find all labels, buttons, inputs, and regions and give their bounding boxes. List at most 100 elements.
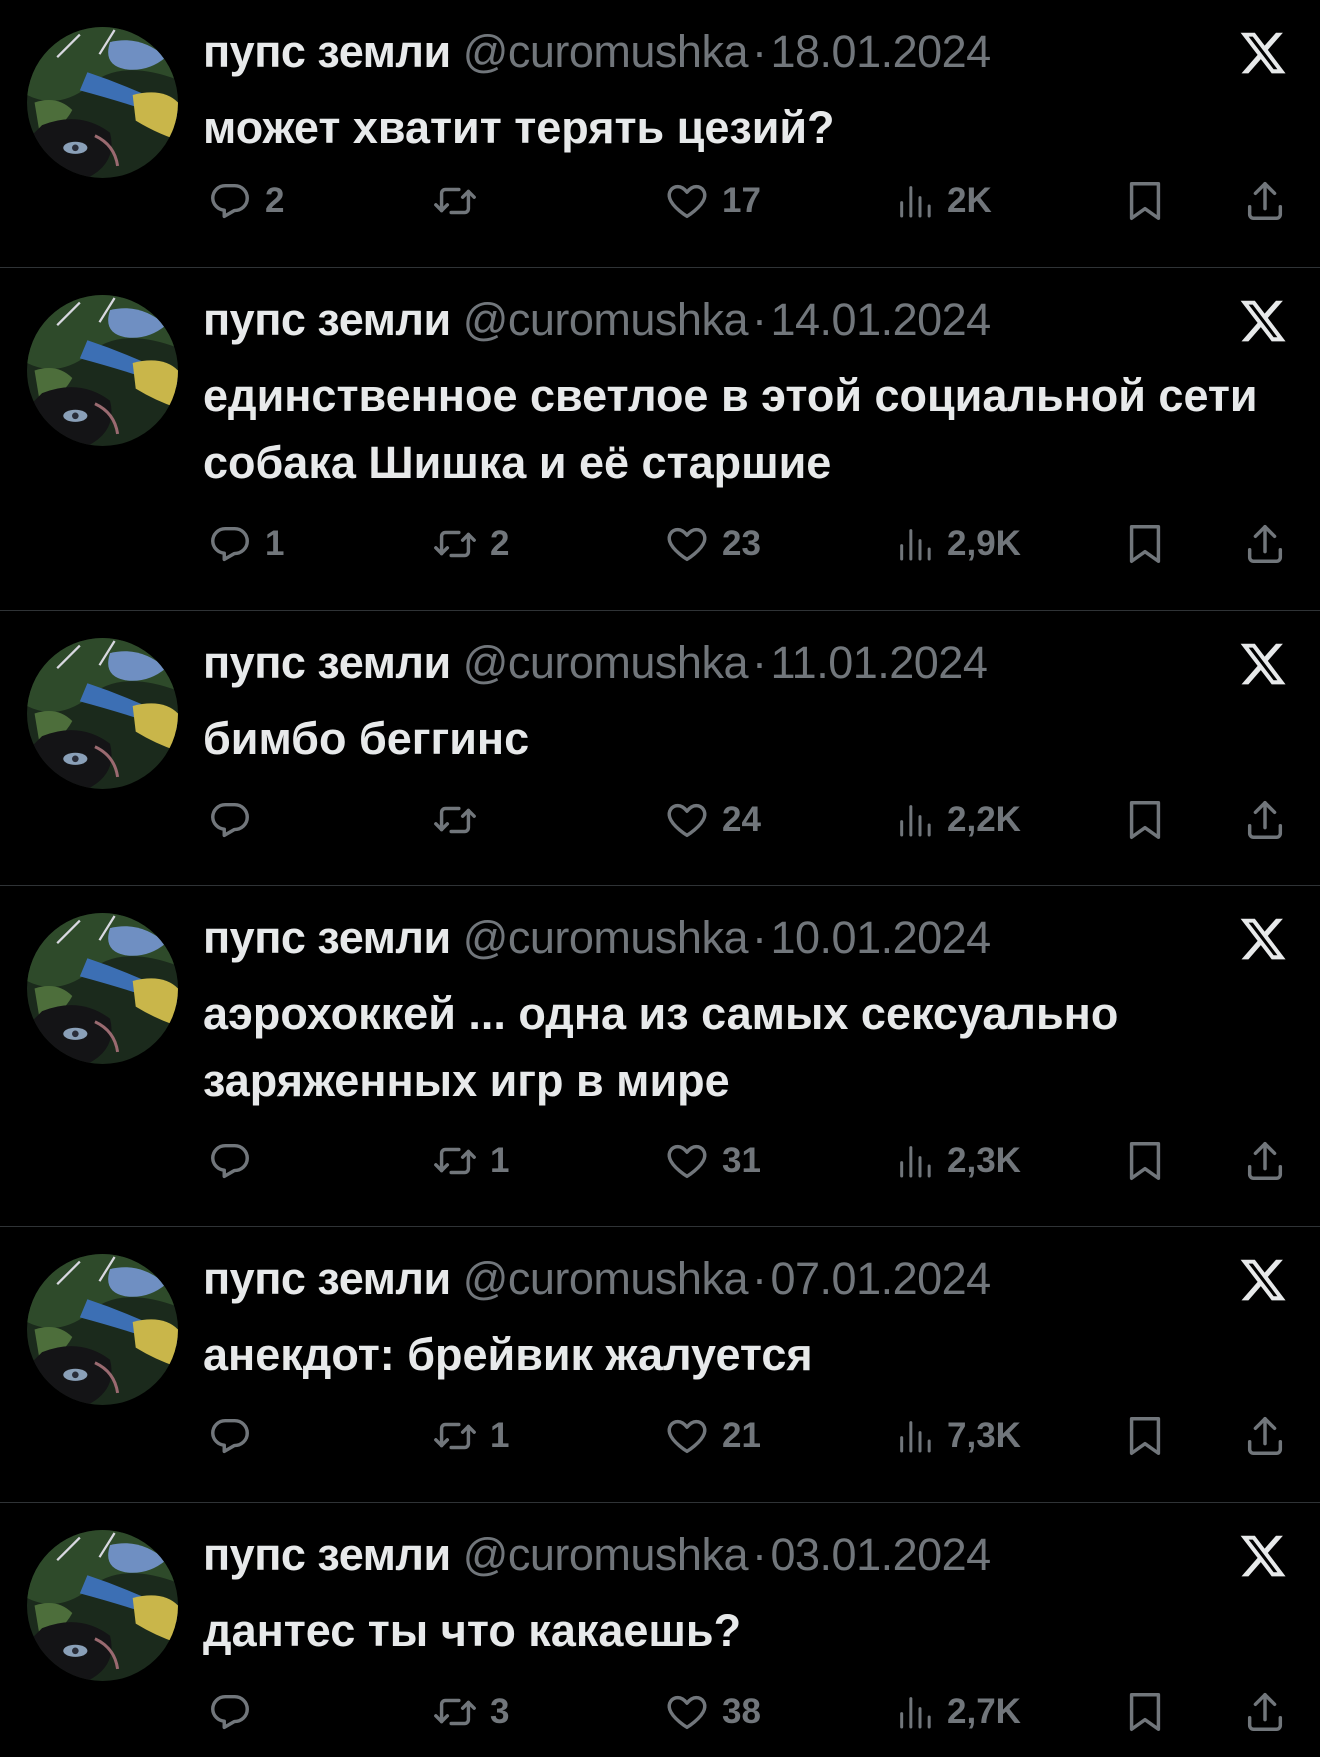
user-handle[interactable]: @curomushka — [463, 637, 749, 688]
bookmark-button[interactable] — [1122, 792, 1168, 848]
user-handle[interactable]: @curomushka — [463, 912, 749, 963]
reply-button[interactable] — [207, 1133, 265, 1189]
share-button[interactable] — [1242, 516, 1288, 572]
avatar[interactable] — [27, 27, 178, 178]
x-logo-icon — [1238, 1255, 1288, 1305]
tweet-feed: пупс земли @curomushka·18.01.2024 может … — [0, 0, 1320, 1757]
tweet-text: единственное светлое в этой социальной с… — [203, 370, 1258, 488]
bar-chart-icon — [895, 524, 935, 564]
retweet-button[interactable]: 1 — [432, 1133, 509, 1189]
display-name[interactable]: пупс земли — [203, 637, 451, 688]
display-name[interactable]: пупс земли — [203, 912, 451, 963]
retweet-button[interactable]: 1 — [432, 1408, 509, 1464]
share-button[interactable] — [1242, 792, 1288, 848]
tweet-date[interactable]: 10.01.2024 — [770, 912, 991, 963]
bookmark-button[interactable] — [1122, 1408, 1168, 1464]
retweet-button[interactable]: 3 — [432, 1684, 509, 1740]
tweet-text: дантес ты что какаешь? — [203, 1605, 742, 1656]
bar-chart-icon — [895, 1692, 935, 1732]
retweet-button[interactable] — [432, 173, 490, 229]
retweet-count: 1 — [490, 1141, 510, 1180]
avatar[interactable] — [27, 638, 178, 789]
views-button[interactable]: 2,2K — [895, 792, 1021, 848]
like-button[interactable]: 24 — [664, 792, 761, 848]
like-button[interactable]: 23 — [664, 516, 761, 572]
tweet-card[interactable]: пупс земли @curomushka·11.01.2024 бимбо … — [0, 611, 1320, 886]
like-count: 31 — [722, 1141, 761, 1180]
avatar[interactable] — [27, 295, 178, 446]
speech-bubble-icon — [207, 178, 253, 224]
views-button[interactable]: 2K — [895, 173, 992, 229]
separator-dot: · — [751, 294, 767, 345]
like-count: 23 — [722, 524, 761, 563]
display-name[interactable]: пупс земли — [203, 1529, 451, 1580]
tweet-date[interactable]: 07.01.2024 — [770, 1253, 991, 1304]
avatar[interactable] — [27, 1530, 178, 1681]
retweet-button[interactable] — [432, 792, 490, 848]
heart-icon — [664, 1689, 710, 1735]
views-button[interactable]: 7,3K — [895, 1408, 1021, 1464]
share-button[interactable] — [1242, 1133, 1288, 1189]
tweet-card[interactable]: пупс земли @curomushka·18.01.2024 может … — [0, 0, 1320, 268]
tweet-date[interactable]: 03.01.2024 — [770, 1529, 991, 1580]
user-handle[interactable]: @curomushka — [463, 1253, 749, 1304]
like-count: 17 — [722, 181, 761, 220]
reply-button[interactable]: 2 — [207, 173, 284, 229]
share-button[interactable] — [1242, 1684, 1288, 1740]
tweet-card[interactable]: пупс земли @curomushka·10.01.2024 аэрохо… — [0, 886, 1320, 1227]
bookmark-button[interactable] — [1122, 173, 1168, 229]
heart-icon — [664, 1138, 710, 1184]
bookmark-button[interactable] — [1122, 516, 1168, 572]
display-name[interactable]: пупс земли — [203, 294, 451, 345]
views-count: 2,2K — [947, 800, 1021, 839]
tweet-date[interactable]: 18.01.2024 — [770, 26, 991, 77]
bar-chart-icon — [895, 800, 935, 840]
like-count: 38 — [722, 1692, 761, 1731]
reply-button[interactable] — [207, 792, 265, 848]
retweet-arrows-icon — [432, 1138, 478, 1184]
reply-count: 1 — [265, 524, 285, 563]
display-name[interactable]: пупс земли — [203, 26, 451, 77]
bar-chart-icon — [895, 1141, 935, 1181]
display-name[interactable]: пупс земли — [203, 1253, 451, 1304]
like-count: 21 — [722, 1416, 761, 1455]
heart-icon — [664, 521, 710, 567]
like-button[interactable]: 17 — [664, 173, 761, 229]
reply-button[interactable]: 1 — [207, 516, 284, 572]
speech-bubble-icon — [207, 797, 253, 843]
avatar[interactable] — [27, 1254, 178, 1405]
tweet-card[interactable]: пупс земли @curomushka·03.01.2024 дантес… — [0, 1503, 1320, 1757]
tweet-text: может хватит терять цезий? — [203, 102, 835, 153]
like-button[interactable]: 31 — [664, 1133, 761, 1189]
user-handle[interactable]: @curomushka — [463, 294, 749, 345]
views-count: 2,3K — [947, 1141, 1021, 1180]
like-button[interactable]: 21 — [664, 1408, 761, 1464]
retweet-arrows-icon — [432, 1689, 478, 1735]
separator-dot: · — [751, 1253, 767, 1304]
bookmark-button[interactable] — [1122, 1133, 1168, 1189]
tweet-date[interactable]: 11.01.2024 — [770, 637, 987, 688]
tweet-date[interactable]: 14.01.2024 — [770, 294, 991, 345]
tweet-card[interactable]: пупс земли @curomushka·14.01.2024 единст… — [0, 268, 1320, 611]
bookmark-icon — [1122, 1689, 1168, 1735]
share-button[interactable] — [1242, 1408, 1288, 1464]
views-button[interactable]: 2,3K — [895, 1133, 1021, 1189]
like-button[interactable]: 38 — [664, 1684, 761, 1740]
avatar[interactable] — [27, 913, 178, 1064]
tweet-text: аэрохоккей ... одна из самых сексуально … — [203, 988, 1119, 1106]
share-upload-icon — [1242, 1689, 1288, 1735]
tweet-header: пупс земли @curomushka·18.01.2024 — [203, 26, 991, 78]
reply-button[interactable] — [207, 1684, 265, 1740]
retweet-button[interactable]: 2 — [432, 516, 509, 572]
share-upload-icon — [1242, 797, 1288, 843]
user-handle[interactable]: @curomushka — [463, 1529, 749, 1580]
share-button[interactable] — [1242, 173, 1288, 229]
views-button[interactable]: 2,9K — [895, 516, 1021, 572]
tweet-card[interactable]: пупс земли @curomushka·07.01.2024 анекдо… — [0, 1227, 1320, 1503]
tweet-header: пупс земли @curomushka·10.01.2024 — [203, 912, 991, 964]
user-handle[interactable]: @curomushka — [463, 26, 749, 77]
views-button[interactable]: 2,7K — [895, 1684, 1021, 1740]
bookmark-button[interactable] — [1122, 1684, 1168, 1740]
reply-button[interactable] — [207, 1408, 265, 1464]
separator-dot: · — [751, 912, 767, 963]
